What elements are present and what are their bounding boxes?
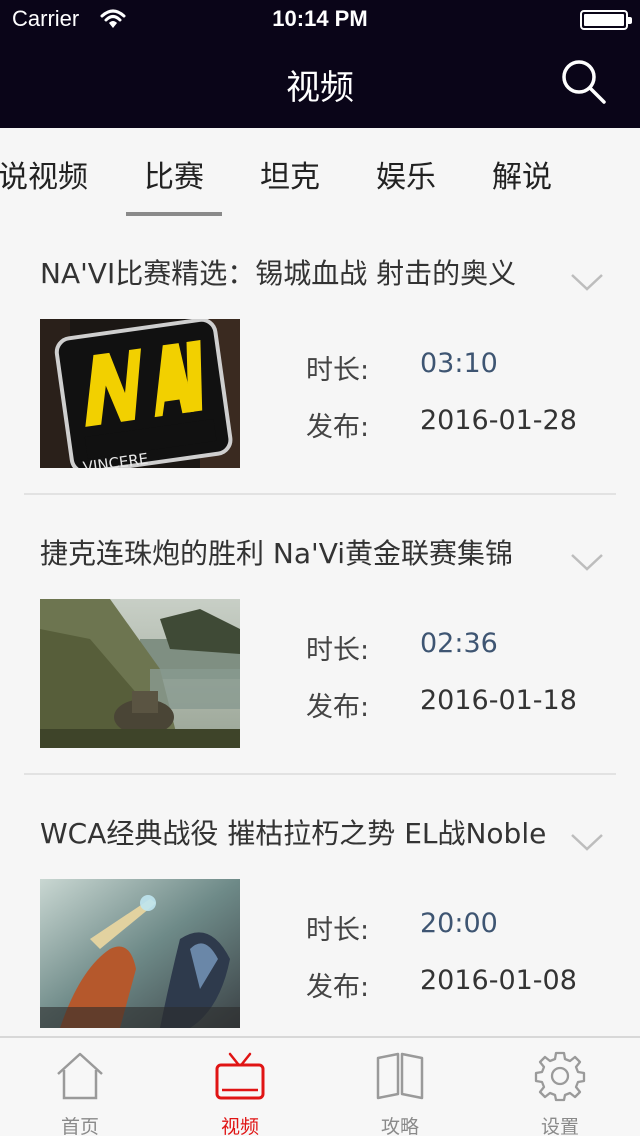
tabbar-label: 设置 bbox=[540, 1116, 579, 1136]
published-label: 发布: bbox=[306, 412, 370, 443]
home-icon bbox=[57, 1052, 103, 1100]
tabbar-item-settings[interactable]: 设置 bbox=[480, 1038, 640, 1136]
video-thumbnail[interactable] bbox=[40, 599, 240, 748]
duration-label: 时长: bbox=[306, 635, 370, 666]
tabbar-label: 视频 bbox=[220, 1116, 259, 1136]
duration-value: 02:36 bbox=[420, 628, 498, 659]
video-card[interactable]: WCA经典战役 摧枯拉朽之势 EL战Noble 时长: 20:00 发布: 20… bbox=[24, 776, 616, 1036]
battery-icon bbox=[580, 10, 632, 30]
video-card[interactable]: 捷克连珠炮的胜利 Na'Vi黄金联赛集锦 时长: 02:36 发布: 2016- bbox=[24, 496, 616, 776]
tabbar-item-video[interactable]: 视频 bbox=[160, 1038, 320, 1136]
tab-tank[interactable]: 坦克 bbox=[260, 152, 320, 196]
search-icon[interactable] bbox=[560, 58, 608, 106]
page-title: 视频 bbox=[286, 68, 354, 108]
published-date: 2016-01-08 bbox=[420, 965, 577, 996]
video-title[interactable]: WCA经典战役 摧枯拉朽之势 EL战Noble bbox=[40, 812, 546, 852]
video-list: NA'VI比赛精选：锡城血战 射击的奥义 VINCERE 时长: 03:10 发… bbox=[0, 216, 640, 1036]
video-thumbnail[interactable]: VINCERE bbox=[40, 319, 240, 468]
tab-entertainment[interactable]: 娱乐 bbox=[376, 152, 436, 196]
tab-match[interactable]: 比赛 bbox=[144, 152, 204, 196]
tabbar-label: 攻略 bbox=[380, 1116, 419, 1136]
tabbar-item-home[interactable]: 首页 bbox=[0, 1038, 160, 1136]
duration-label: 时长: bbox=[306, 915, 370, 946]
tab-bar: 首页 视频 攻略 设置 bbox=[0, 1036, 640, 1136]
video-title[interactable]: NA'VI比赛精选：锡城血战 射击的奥义 bbox=[40, 252, 516, 292]
tab-commentary[interactable]: 解说 bbox=[492, 152, 552, 196]
book-icon bbox=[376, 1052, 424, 1100]
duration-label: 时长: bbox=[306, 355, 370, 386]
gear-icon bbox=[534, 1051, 586, 1102]
tabbar-label: 首页 bbox=[60, 1116, 99, 1136]
status-bar: Carrier 10:14 PM bbox=[0, 0, 640, 40]
status-time: 10:14 PM bbox=[272, 6, 368, 31]
chevron-down-icon[interactable] bbox=[570, 832, 604, 852]
chevron-down-icon[interactable] bbox=[570, 552, 604, 572]
category-tabs: 说视频 比赛 坦克 娱乐 解说 bbox=[0, 128, 640, 216]
chevron-down-icon[interactable] bbox=[570, 272, 604, 292]
tab-commentary-video[interactable]: 说视频 bbox=[0, 152, 88, 196]
video-card[interactable]: NA'VI比赛精选：锡城血战 射击的奥义 VINCERE 时长: 03:10 发… bbox=[24, 216, 616, 496]
tabbar-item-guide[interactable]: 攻略 bbox=[320, 1038, 480, 1136]
published-label: 发布: bbox=[306, 972, 370, 1003]
tv-icon bbox=[215, 1052, 265, 1100]
video-thumbnail[interactable] bbox=[40, 879, 240, 1028]
video-title[interactable]: 捷克连珠炮的胜利 Na'Vi黄金联赛集锦 bbox=[40, 532, 513, 572]
duration-value: 20:00 bbox=[420, 908, 498, 939]
published-date: 2016-01-18 bbox=[420, 685, 577, 716]
top-bar: Carrier 10:14 PM 视频 bbox=[0, 0, 640, 128]
published-label: 发布: bbox=[306, 692, 370, 723]
duration-value: 03:10 bbox=[420, 348, 498, 379]
divider bbox=[24, 773, 616, 775]
divider bbox=[24, 493, 616, 495]
published-date: 2016-01-28 bbox=[420, 405, 577, 436]
